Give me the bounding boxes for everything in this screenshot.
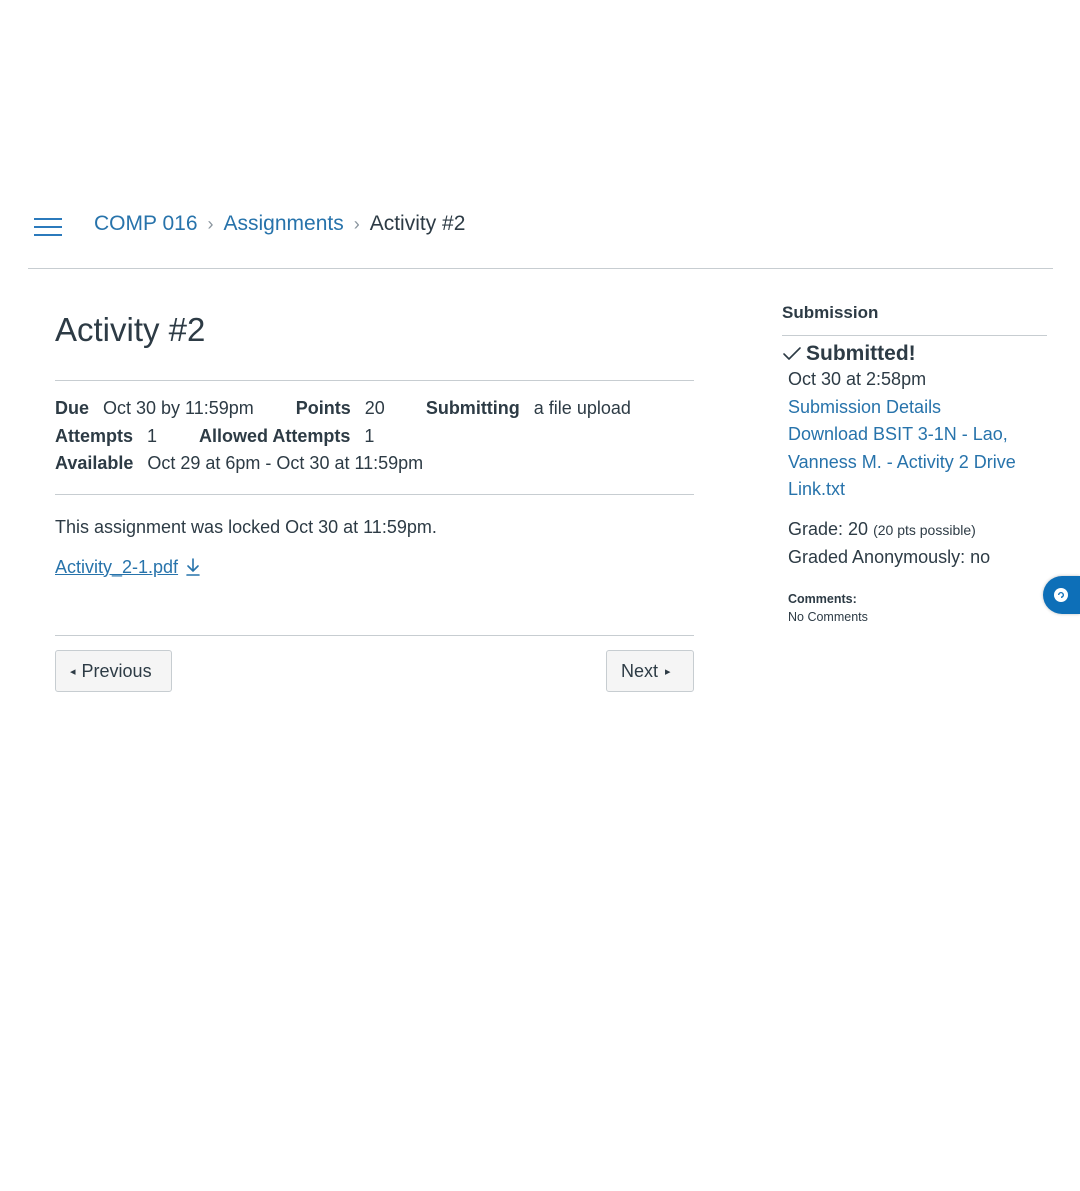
- graded-anonymously: Graded Anonymously: no: [788, 547, 991, 567]
- download-submission-link[interactable]: Download BSIT 3-1N - Lao, Vanness M. - A…: [788, 421, 1047, 504]
- details-row-3: Available Oct 29 at 6pm - Oct 30 at 11:5…: [55, 450, 694, 478]
- allowed-attempts-label: Allowed Attempts: [199, 425, 351, 446]
- page-title: Activity #2: [55, 311, 206, 348]
- points-value: 20: [364, 398, 385, 418]
- submission-time: Oct 30 at 2:58pm: [788, 369, 927, 389]
- available-label: Available: [55, 453, 134, 473]
- chevron-right-icon: ›: [353, 213, 360, 234]
- attachment: Activity_2-1.pdf: [55, 557, 694, 578]
- submission-heading: Submission: [782, 303, 1047, 336]
- caret-left-icon: ◂: [70, 665, 76, 678]
- checkmark-icon: [783, 347, 801, 360]
- module-pager: ◂ Previous Next ▸: [55, 635, 694, 696]
- breadcrumb-assignments-link[interactable]: Assignments: [224, 212, 344, 236]
- chat-bubble-icon: [1054, 588, 1068, 602]
- page: COMP 016 › Assignments › Activity #2 Act…: [0, 0, 1080, 1191]
- previous-label: Previous: [81, 660, 152, 681]
- allowed-attempts-value: 1: [364, 425, 375, 446]
- top-blank-area: [0, 0, 1080, 188]
- page-header: COMP 016 › Assignments › Activity #2: [28, 188, 1053, 269]
- assignment-main: Activity #2 Due Oct 30 by 11:59pm Points…: [55, 300, 694, 692]
- floating-help-widget[interactable]: [1043, 576, 1080, 614]
- next-button[interactable]: Next ▸: [606, 650, 694, 692]
- grade-value: Grade: 20: [788, 518, 869, 539]
- comments: Comments: No Comments: [788, 590, 1047, 626]
- submitting-value: a file upload: [533, 398, 631, 418]
- breadcrumb-current: Activity #2: [369, 212, 466, 235]
- chevron-right-icon: ›: [207, 213, 214, 234]
- breadcrumb-course-link[interactable]: COMP 016: [94, 212, 198, 236]
- due-value: Oct 30 by 11:59pm: [103, 398, 254, 418]
- attempts-value: 1: [147, 425, 158, 446]
- download-icon[interactable]: [184, 557, 202, 577]
- grade: Grade: 20 (20 pts possible): [788, 516, 1047, 545]
- details-row-2: Attempts 1 Allowed Attempts 1: [55, 423, 694, 451]
- breadcrumb: COMP 016 › Assignments › Activity #2: [94, 212, 465, 236]
- submission-details-link[interactable]: Submission Details: [788, 394, 1047, 422]
- previous-button[interactable]: ◂ Previous: [55, 650, 172, 692]
- available-value: Oct 29 at 6pm - Oct 30 at 11:59pm: [147, 453, 424, 473]
- details-row-1: Due Oct 30 by 11:59pm Points 20 Submitti…: [55, 395, 694, 423]
- caret-right-icon: ▸: [665, 665, 671, 678]
- submission-sidebar: Submission Submitted! Oct 30 at 2:58pm S…: [782, 303, 1047, 626]
- attachment-link[interactable]: Activity_2-1.pdf: [55, 557, 178, 578]
- hamburger-menu-icon[interactable]: [34, 218, 62, 238]
- due-label: Due: [55, 398, 90, 418]
- submitting-label: Submitting: [425, 398, 520, 418]
- grade-possible: (20 pts possible): [873, 521, 976, 538]
- locked-notice: This assignment was locked Oct 30 at 11:…: [55, 516, 437, 537]
- points-label: Points: [295, 398, 351, 418]
- comments-value: No Comments: [788, 609, 868, 624]
- attempts-label: Attempts: [55, 425, 134, 446]
- assignment-details: Due Oct 30 by 11:59pm Points 20 Submitti…: [55, 380, 694, 495]
- submission-body: Oct 30 at 2:58pm Submission Details Down…: [782, 366, 1047, 626]
- next-label: Next: [621, 660, 659, 681]
- comments-label: Comments:: [788, 591, 857, 606]
- submission-status: Submitted!: [782, 342, 1047, 366]
- submission-status-text: Submitted!: [806, 342, 916, 365]
